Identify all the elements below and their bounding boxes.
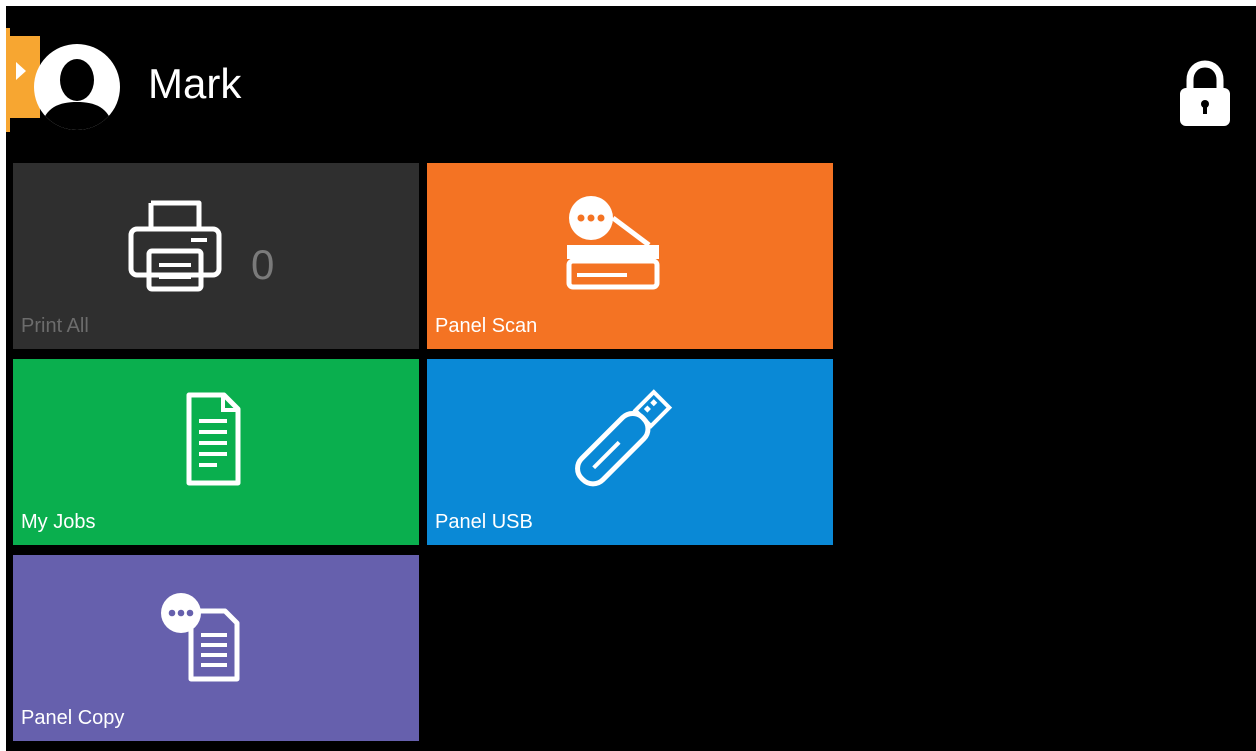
job-count: 0 (251, 241, 275, 288)
tile-panel-scan[interactable]: Panel Scan (427, 163, 833, 349)
tile-print-all[interactable]: 0 Print All (13, 163, 419, 349)
user-name: Mark (148, 60, 242, 107)
tile-panel-copy[interactable]: Panel Copy (13, 555, 419, 741)
tile-panel-usb[interactable]: Panel USB (427, 359, 833, 545)
printer-icon (128, 200, 222, 292)
tile-my-jobs[interactable]: My Jobs (13, 359, 419, 545)
lock-icon[interactable] (1176, 60, 1234, 128)
document-icon (186, 392, 241, 486)
tile-label: Panel Copy (21, 707, 125, 729)
user-avatar-icon (34, 44, 120, 130)
scanner-icon (566, 196, 660, 290)
tile-label: Panel USB (435, 511, 533, 533)
tile-label: Print All (21, 315, 89, 337)
tile-label: My Jobs (21, 511, 96, 533)
usb-drive-icon (575, 389, 673, 487)
copy-documents-icon (161, 593, 240, 682)
terminal-screen: Mark 0 Print All Panel Scan My Jobs Pane… (6, 6, 1256, 751)
tile-label: Panel Scan (435, 315, 538, 337)
chevron-right-icon (16, 62, 26, 80)
